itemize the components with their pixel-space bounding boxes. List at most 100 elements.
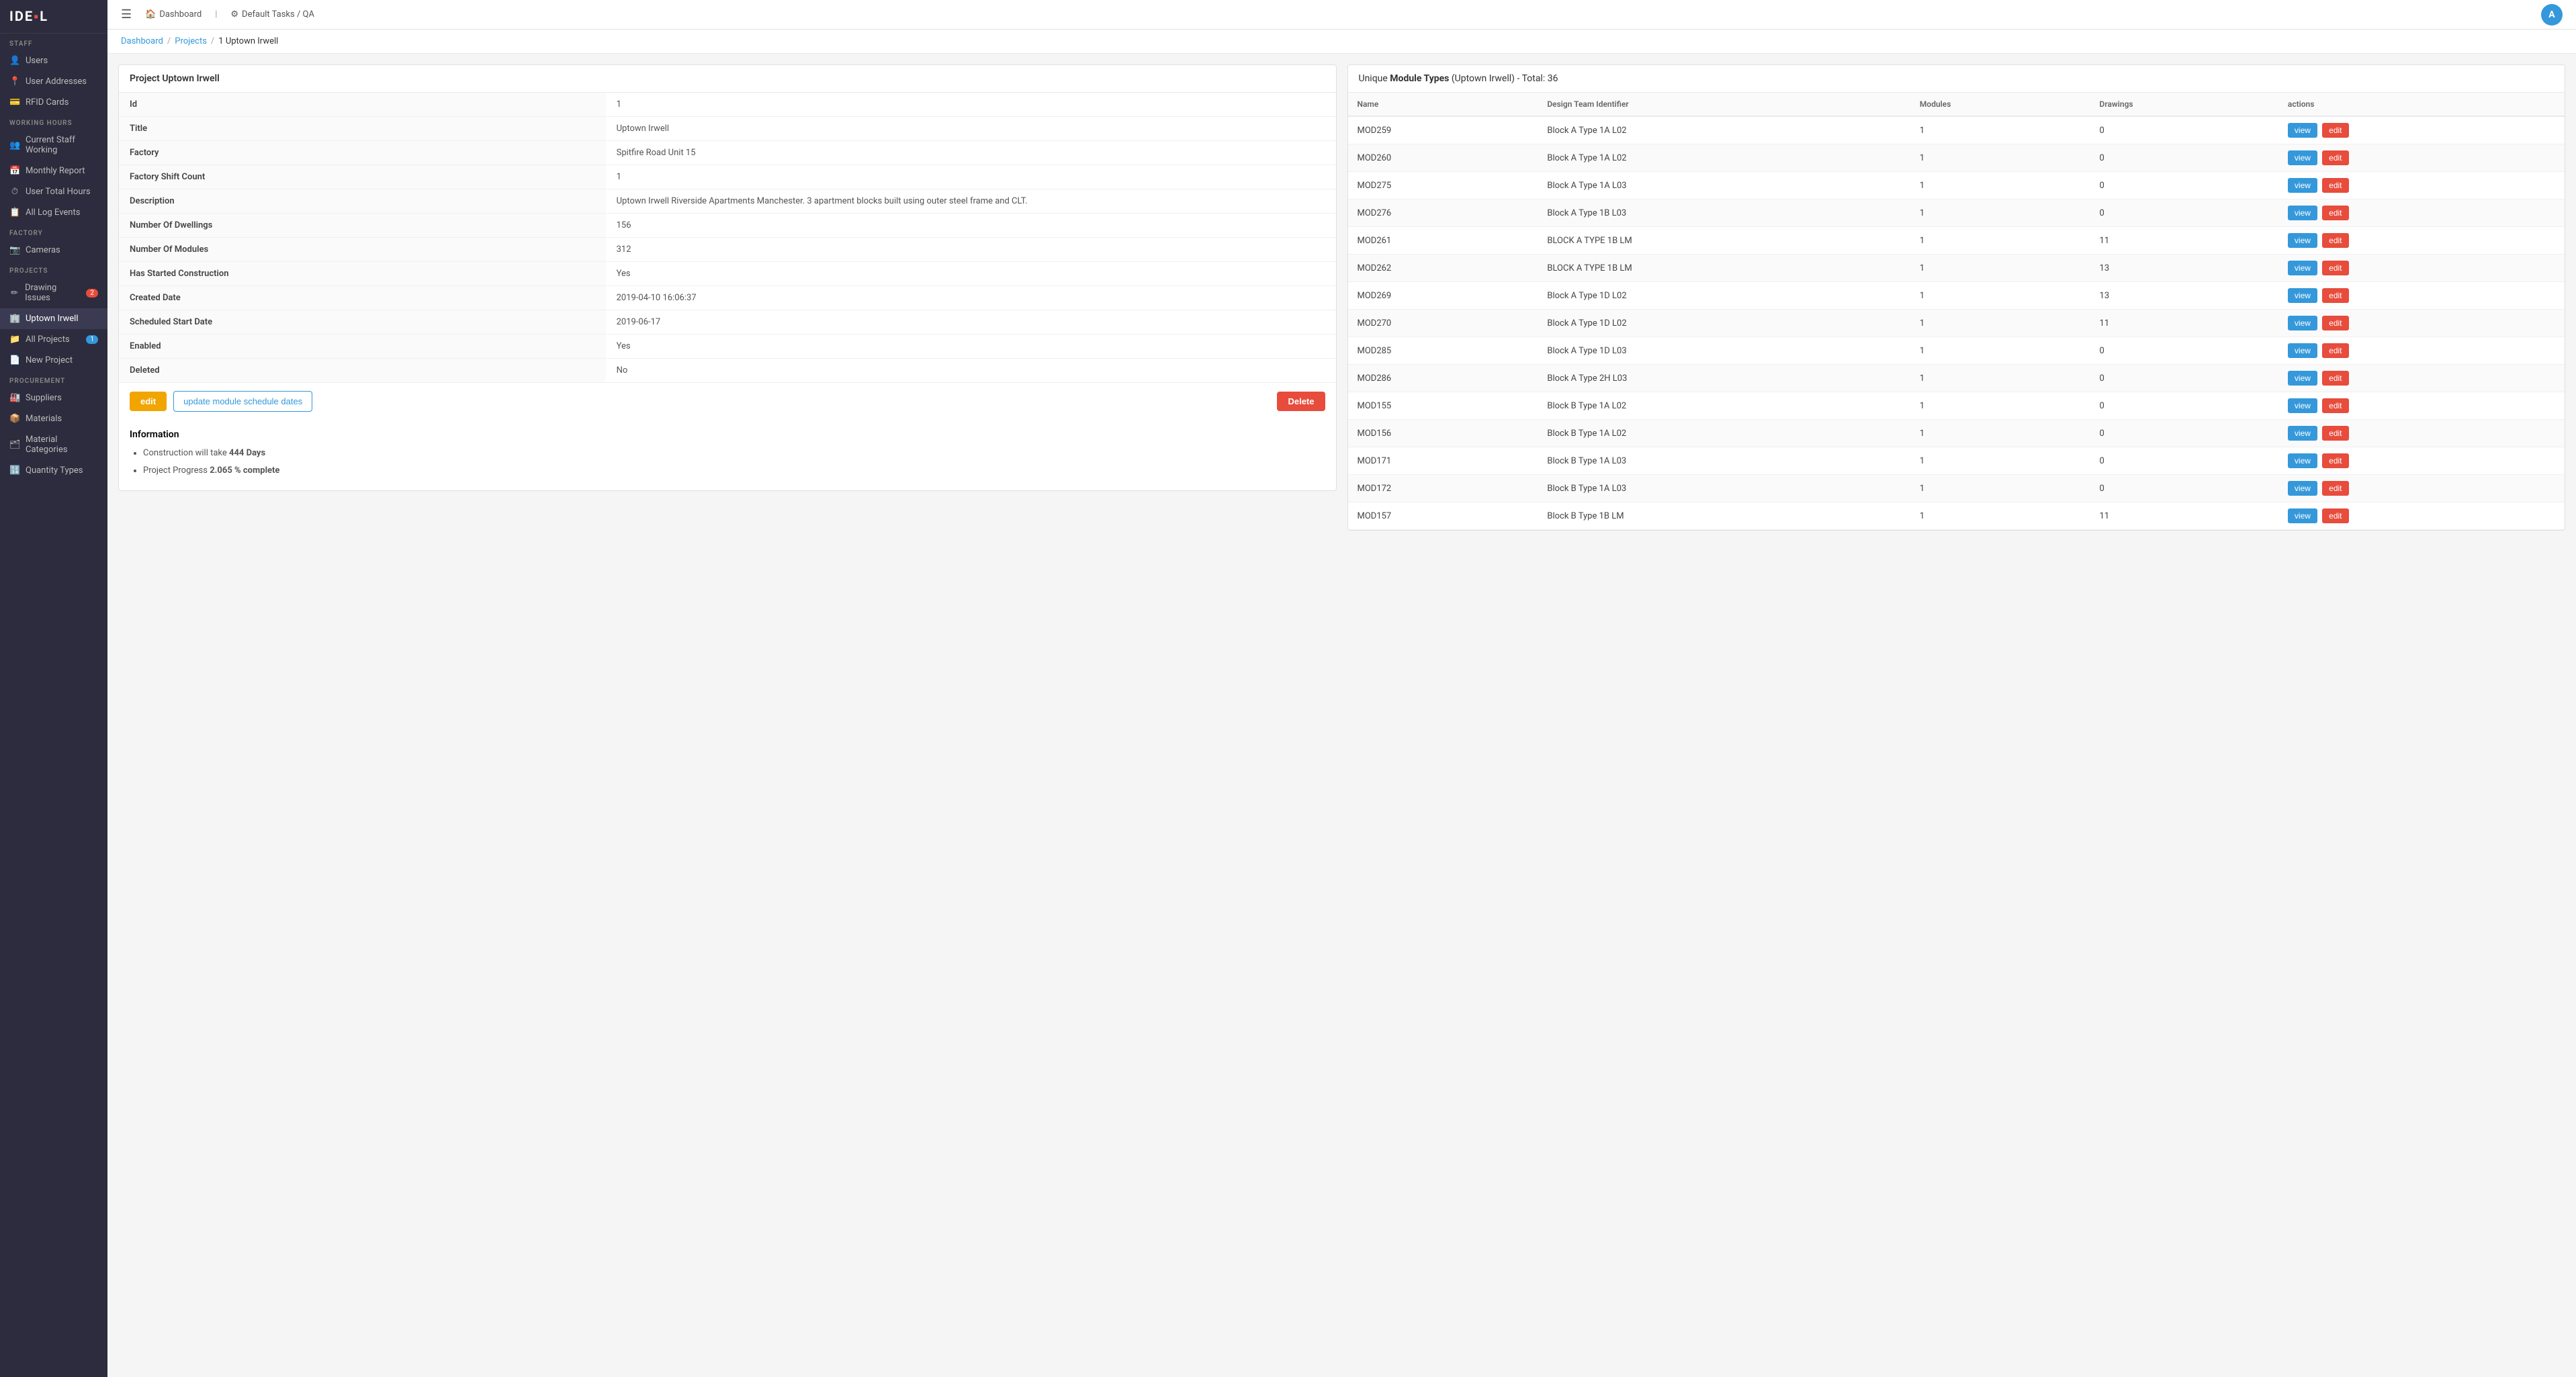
sidebar-item-uptown-irwell[interactable]: 🏢 Uptown Irwell xyxy=(0,308,107,329)
row-edit-button[interactable]: edit xyxy=(2322,426,2348,441)
sidebar-item-user-total-hours[interactable]: ⏱ User Total Hours xyxy=(0,181,107,202)
field-label: Enabled xyxy=(119,335,606,359)
row-edit-button[interactable]: edit xyxy=(2322,481,2348,496)
row-edit-button[interactable]: edit xyxy=(2322,233,2348,248)
module-drawings: 11 xyxy=(2090,502,2278,530)
view-button[interactable]: view xyxy=(2288,453,2317,468)
module-name: MOD172 xyxy=(1348,475,1538,502)
row-edit-button[interactable]: edit xyxy=(2322,206,2348,220)
sidebar-item-material-categories[interactable]: 🗂 Material Categories xyxy=(0,429,107,460)
module-identifier: Block A Type 1B L03 xyxy=(1538,199,1910,227)
field-label: Factory xyxy=(119,141,606,165)
row-edit-button[interactable]: edit xyxy=(2322,178,2348,193)
view-button[interactable]: view xyxy=(2288,150,2317,165)
row-edit-button[interactable]: edit xyxy=(2322,150,2348,165)
avatar[interactable]: A xyxy=(2541,4,2563,26)
module-table-header: Name Design Team Identifier Modules Draw… xyxy=(1348,93,2565,116)
view-button[interactable]: view xyxy=(2288,371,2317,386)
update-schedule-button[interactable]: update module schedule dates xyxy=(173,391,312,412)
folder-icon: 📁 xyxy=(9,335,20,345)
col-name: Name xyxy=(1348,93,1538,116)
breadcrumb-sep-1: / xyxy=(167,36,171,46)
table-row: MOD171 Block B Type 1A L03 1 0 view edit xyxy=(1348,447,2565,475)
table-row: MOD157 Block B Type 1B LM 1 11 view edit xyxy=(1348,502,2565,530)
view-button[interactable]: view xyxy=(2288,343,2317,358)
sidebar-item-drawing-issues[interactable]: ✏ Drawing Issues 2 xyxy=(0,277,107,308)
sidebar-item-monthly-report[interactable]: 📅 Monthly Report xyxy=(0,161,107,181)
sidebar-item-rfid-cards[interactable]: 💳 RFID Cards xyxy=(0,92,107,113)
sidebar-item-users[interactable]: 👤 Users xyxy=(0,50,107,71)
row-edit-button[interactable]: edit xyxy=(2322,288,2348,303)
view-button[interactable]: view xyxy=(2288,123,2317,138)
view-button[interactable]: view xyxy=(2288,316,2317,330)
view-button[interactable]: view xyxy=(2288,508,2317,523)
view-button[interactable]: view xyxy=(2288,261,2317,275)
breadcrumb-projects[interactable]: Projects xyxy=(175,36,207,46)
row-edit-button[interactable]: edit xyxy=(2322,453,2348,468)
module-identifier: Block B Type 1B LM xyxy=(1538,502,1910,530)
row-edit-button[interactable]: edit xyxy=(2322,508,2348,523)
sidebar-item-quantity-types[interactable]: 🔢 Quantity Types xyxy=(0,460,107,481)
sidebar-item-materials[interactable]: 📦 Materials xyxy=(0,408,107,429)
field-label: Factory Shift Count xyxy=(119,165,606,189)
info-item-days: Construction will take 444 Days xyxy=(143,447,1325,460)
row-edit-button[interactable]: edit xyxy=(2322,371,2348,386)
project-field-row: DeletedNo xyxy=(119,359,1336,383)
table-row: MOD262 BLOCK A TYPE 1B LM 1 13 view edit xyxy=(1348,255,2565,282)
row-edit-button[interactable]: edit xyxy=(2322,316,2348,330)
sidebar-item-current-staff-working[interactable]: 👥 Current Staff Working xyxy=(0,130,107,161)
module-count: 1 xyxy=(1910,337,2090,365)
view-button[interactable]: view xyxy=(2288,481,2317,496)
table-row: MOD270 Block A Type 1D L02 1 11 view edi… xyxy=(1348,310,2565,337)
row-edit-button[interactable]: edit xyxy=(2322,123,2348,138)
module-actions: view edit xyxy=(2278,392,2565,420)
view-button[interactable]: view xyxy=(2288,426,2317,441)
sidebar-item-label: Suppliers xyxy=(26,393,62,403)
row-edit-button[interactable]: edit xyxy=(2322,398,2348,413)
sidebar-item-all-log-events[interactable]: 📋 All Log Events xyxy=(0,202,107,223)
information-section: Information Construction will take 444 D… xyxy=(119,420,1336,490)
sidebar-item-label: New Project xyxy=(26,355,73,365)
section-label-factory: FACTORY xyxy=(0,223,107,240)
user-icon: 👤 xyxy=(9,56,20,66)
module-drawings: 0 xyxy=(2090,365,2278,392)
sidebar-item-suppliers[interactable]: 🏭 Suppliers xyxy=(0,388,107,408)
project-field-row: Number Of Modules312 xyxy=(119,238,1336,262)
sidebar-item-new-project[interactable]: 📄 New Project xyxy=(0,350,107,371)
view-button[interactable]: view xyxy=(2288,206,2317,220)
sidebar-item-label: User Addresses xyxy=(26,77,87,87)
sidebar-item-cameras[interactable]: 📷 Cameras xyxy=(0,240,107,261)
table-row: MOD261 BLOCK A TYPE 1B LM 1 11 view edit xyxy=(1348,227,2565,255)
view-button[interactable]: view xyxy=(2288,288,2317,303)
nav-dashboard[interactable]: 🏠 Dashboard xyxy=(145,9,202,19)
view-button[interactable]: view xyxy=(2288,178,2317,193)
row-edit-button[interactable]: edit xyxy=(2322,261,2348,275)
view-button[interactable]: view xyxy=(2288,398,2317,413)
field-value: Uptown Irwell Riverside Apartments Manch… xyxy=(606,189,1336,214)
module-actions: view edit xyxy=(2278,310,2565,337)
view-button[interactable]: view xyxy=(2288,233,2317,248)
module-actions: view edit xyxy=(2278,172,2565,199)
module-name: MOD269 xyxy=(1348,282,1538,310)
sidebar-item-all-projects[interactable]: 📁 All Projects 1 xyxy=(0,329,107,350)
field-label: Number Of Modules xyxy=(119,238,606,262)
row-edit-button[interactable]: edit xyxy=(2322,343,2348,358)
module-count: 1 xyxy=(1910,365,2090,392)
project-field-row: Has Started ConstructionYes xyxy=(119,262,1336,286)
module-actions: view edit xyxy=(2278,337,2565,365)
breadcrumb-dashboard[interactable]: Dashboard xyxy=(121,36,163,46)
pencil-icon: ✏ xyxy=(9,288,19,298)
field-label: Created Date xyxy=(119,286,606,310)
module-drawings: 0 xyxy=(2090,337,2278,365)
hamburger-menu[interactable]: ☰ xyxy=(121,7,132,21)
delete-button[interactable]: Delete xyxy=(1277,392,1325,411)
module-actions: view edit xyxy=(2278,144,2565,172)
module-count: 1 xyxy=(1910,447,2090,475)
gear-icon: ⚙ xyxy=(230,9,238,19)
project-field-row: FactorySpitfire Road Unit 15 xyxy=(119,141,1336,165)
module-count: 1 xyxy=(1910,255,2090,282)
edit-button[interactable]: edit xyxy=(130,392,167,411)
nav-default-tasks[interactable]: ⚙ Default Tasks / QA xyxy=(230,9,314,19)
sidebar-item-user-addresses[interactable]: 📍 User Addresses xyxy=(0,71,107,92)
sidebar-item-label: Monthly Report xyxy=(26,166,85,176)
